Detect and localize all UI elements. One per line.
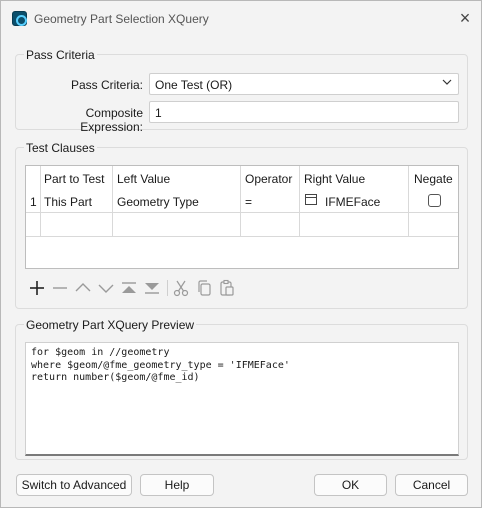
test-clauses-group-title: Test Clauses <box>24 141 97 155</box>
grid-line <box>26 212 458 213</box>
value-type-icon <box>305 194 317 205</box>
composite-expression-value: 1 <box>155 106 162 120</box>
help-button[interactable]: Help <box>140 474 214 496</box>
paste-icon[interactable] <box>218 279 236 297</box>
remove-icon[interactable] <box>51 279 69 297</box>
toolbar-separator <box>167 280 168 296</box>
left-value-cell[interactable]: Geometry Type <box>117 195 199 209</box>
right-value-cell[interactable]: IFMEFace <box>325 195 380 209</box>
test-clauses-table[interactable]: Part to Test Left Value Operator Right V… <box>25 165 459 269</box>
title-bar[interactable]: Geometry Part Selection XQuery × <box>1 1 481 37</box>
composite-expression-input[interactable]: 1 <box>149 101 459 123</box>
column-header-negate[interactable]: Negate <box>414 172 453 186</box>
switch-to-advanced-button[interactable]: Switch to Advanced <box>16 474 132 496</box>
move-up-icon[interactable] <box>74 279 92 297</box>
window-title: Geometry Part Selection XQuery <box>34 12 209 26</box>
column-header-part[interactable]: Part to Test <box>44 172 104 186</box>
xquery-preview-textarea[interactable]: for $geom in //geometry where $geom/@fme… <box>25 342 459 456</box>
grid-line <box>26 236 458 237</box>
part-to-test-cell[interactable]: This Part <box>44 195 92 209</box>
grid-line <box>408 166 409 236</box>
move-down-icon[interactable] <box>97 279 115 297</box>
composite-expression-label: Composite Expression: <box>80 106 143 134</box>
grid-line <box>40 166 41 236</box>
add-icon[interactable] <box>28 279 46 297</box>
pass-criteria-value: One Test (OR) <box>155 78 233 92</box>
xquery-preview-code: for $geom in //geometry where $geom/@fme… <box>31 347 290 383</box>
grid-line <box>240 166 241 236</box>
cut-icon[interactable] <box>172 279 190 297</box>
ok-button[interactable]: OK <box>314 474 387 496</box>
negate-checkbox[interactable] <box>428 194 441 207</box>
cancel-button[interactable]: Cancel <box>395 474 468 496</box>
column-header-operator[interactable]: Operator <box>245 172 292 186</box>
move-top-icon[interactable] <box>120 279 138 297</box>
row-number: 1 <box>30 195 37 209</box>
operator-cell[interactable]: = <box>245 195 252 209</box>
column-header-right-value[interactable]: Right Value <box>304 172 365 186</box>
move-bottom-icon[interactable] <box>143 279 161 297</box>
grid-line <box>112 166 113 236</box>
pass-criteria-select[interactable]: One Test (OR) <box>149 73 459 95</box>
close-icon[interactable]: × <box>456 9 474 27</box>
pass-criteria-group-title: Pass Criteria <box>24 48 97 62</box>
xquery-preview-group-title: Geometry Part XQuery Preview <box>24 318 197 332</box>
pass-criteria-label: Pass Criteria: <box>70 78 143 92</box>
column-header-left-value[interactable]: Left Value <box>117 172 170 186</box>
copy-icon[interactable] <box>195 279 213 297</box>
grid-line <box>299 166 300 236</box>
dialog-window: Geometry Part Selection XQuery × Pass Cr… <box>0 0 482 508</box>
app-icon <box>12 11 27 26</box>
chevron-down-icon <box>442 79 452 85</box>
